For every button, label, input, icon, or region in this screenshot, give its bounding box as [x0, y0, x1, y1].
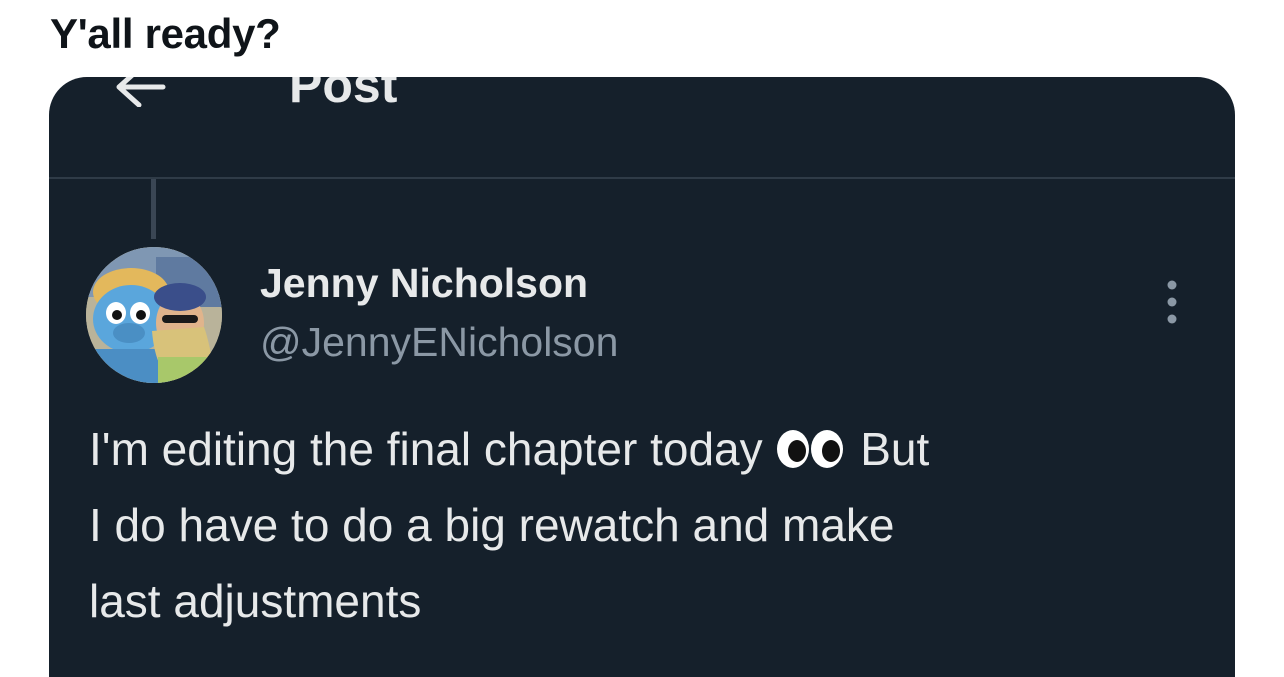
post-body: I'm editing the final chapter today But …: [89, 411, 1209, 639]
page-title: Post: [289, 77, 398, 113]
caption-text: Y'all ready?: [50, 10, 281, 57]
eyes-emoji-icon: [777, 430, 844, 468]
thread-connector-line: [151, 179, 156, 239]
post-text-line-1-end: But: [860, 423, 930, 475]
author-handle[interactable]: @JennyENicholson: [260, 318, 618, 366]
avatar[interactable]: [86, 247, 222, 383]
avatar-photo: [86, 247, 222, 383]
more-vertical-icon[interactable]: [1159, 277, 1185, 327]
post-text-line-1-start: I'm editing the final chapter today: [89, 423, 763, 475]
author-name[interactable]: Jenny Nicholson: [260, 259, 588, 307]
post-text-line-2: I do have to do a big rewatch and make: [89, 499, 895, 551]
back-arrow-icon[interactable]: [111, 77, 167, 107]
post-text-line-1: I'm editing the final chapter today But: [89, 411, 1209, 487]
header-divider: [49, 177, 1235, 179]
post-card: Post Jenny Nicholson @JennyENicholson I'…: [49, 77, 1235, 677]
post-text-line-3: last adjustments: [89, 575, 422, 627]
